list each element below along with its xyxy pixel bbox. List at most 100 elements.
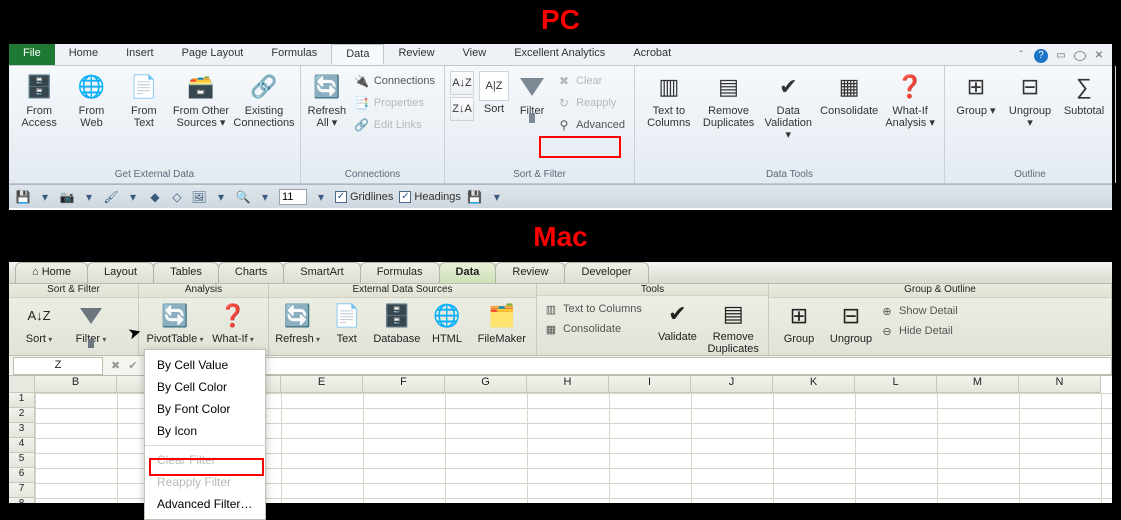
row-header[interactable]: 7	[9, 483, 35, 498]
save-icon[interactable]: 💾	[15, 189, 31, 205]
group-button[interactable]: ⊞Group	[775, 300, 823, 345]
ungroup-button[interactable]: ⊟Ungroup	[827, 300, 875, 345]
row-headers[interactable]: 12345678	[9, 393, 35, 503]
qat-dropdown-icon[interactable]: ▾	[125, 189, 141, 205]
zoom-icon[interactable]: 🔍	[235, 189, 251, 205]
tab-view[interactable]: View	[449, 44, 501, 65]
ribbon-minimize-icon[interactable]: ˇ	[1014, 49, 1028, 63]
qat-dropdown-icon[interactable]: ▾	[37, 189, 53, 205]
picture-icon[interactable]: 🖼	[191, 189, 207, 205]
database-button[interactable]: 🗄️Database	[373, 300, 420, 345]
tab-data[interactable]: Data	[331, 44, 384, 65]
html-button[interactable]: 🌐HTML	[424, 300, 469, 345]
tab-formulas[interactable]: Formulas	[257, 44, 331, 65]
from-text-button[interactable]: 📄From Text	[119, 69, 169, 131]
existing-connections-button[interactable]: 🔗Existing Connections	[233, 69, 295, 131]
show-detail-button[interactable]: ⊕Show Detail	[879, 302, 969, 320]
paint-icon[interactable]: 🖌	[103, 189, 119, 205]
menu-by-cell-value[interactable]: By Cell Value	[145, 354, 265, 376]
row-header[interactable]: 5	[9, 453, 35, 468]
validate-button[interactable]: ✔Validate	[654, 298, 700, 343]
refresh-button[interactable]: 🔄Refresh	[275, 300, 320, 345]
text-import-button[interactable]: 📄Text	[324, 300, 369, 345]
gridlines-checkbox[interactable]: ✓Gridlines	[335, 191, 393, 203]
help-icon[interactable]: ?	[1034, 49, 1048, 63]
pivottable-button[interactable]: 🔄PivotTable	[145, 300, 205, 345]
group-button[interactable]: ⊞Group ▾	[950, 69, 1002, 119]
font-size-input[interactable]	[279, 189, 307, 205]
ungroup-button[interactable]: ⊟Ungroup ▾	[1004, 69, 1056, 131]
filter-button[interactable]: Filter	[67, 300, 115, 345]
row-header[interactable]: 3	[9, 423, 35, 438]
column-header[interactable]: F	[363, 376, 445, 393]
column-header[interactable]: J	[691, 376, 773, 393]
from-web-button[interactable]: 🌐From Web	[66, 69, 116, 131]
tab-home[interactable]: Home	[15, 262, 88, 283]
tab-review[interactable]: Review	[384, 44, 448, 65]
filter-button[interactable]: Filter	[514, 69, 550, 119]
sort-desc-button[interactable]: Z↓A	[450, 97, 474, 121]
hide-detail-button[interactable]: ⊖Hide Detail	[879, 322, 969, 340]
text-to-columns-button[interactable]: ▥Text to Columns	[543, 300, 650, 318]
shapes-icon[interactable]: ◆	[147, 189, 163, 205]
tab-developer[interactable]: Developer	[564, 262, 648, 283]
qat-dropdown-icon[interactable]: ▾	[257, 189, 273, 205]
tab-excellent-analytics[interactable]: Excellent Analytics	[500, 44, 619, 65]
row-header[interactable]: 6	[9, 468, 35, 483]
column-header[interactable]: K	[773, 376, 855, 393]
consolidate-button[interactable]: ▦Consolidate	[819, 69, 879, 119]
tab-file[interactable]: File	[9, 44, 55, 65]
tab-smartart[interactable]: SmartArt	[283, 262, 360, 283]
tab-layout[interactable]: Layout	[87, 262, 154, 283]
tab-formulas[interactable]: Formulas	[360, 262, 440, 283]
camera-icon[interactable]: 📷	[59, 189, 75, 205]
qat-dropdown-icon[interactable]: ▾	[81, 189, 97, 205]
column-header[interactable]: H	[527, 376, 609, 393]
column-header[interactable]: N	[1019, 376, 1101, 393]
tab-charts[interactable]: Charts	[218, 262, 284, 283]
column-header[interactable]: E	[281, 376, 363, 393]
window-restore-icon[interactable]	[1074, 51, 1086, 61]
what-if-button[interactable]: ❓What-If Analysis ▾	[881, 69, 939, 131]
select-all-corner[interactable]	[9, 376, 35, 393]
column-header[interactable]: L	[855, 376, 937, 393]
sort-button[interactable]: A↓ZSort	[15, 300, 63, 345]
headings-checkbox[interactable]: ✓Headings	[399, 191, 460, 203]
menu-by-font-color[interactable]: By Font Color	[145, 398, 265, 420]
eraser-icon[interactable]: ◇	[169, 189, 185, 205]
name-box[interactable]: Z	[13, 357, 103, 375]
sort-button[interactable]: A|ZSort	[476, 69, 512, 117]
save-icon[interactable]: 💾	[467, 189, 483, 205]
column-header[interactable]: B	[35, 376, 117, 393]
row-header[interactable]: 2	[9, 408, 35, 423]
column-header[interactable]: M	[937, 376, 1019, 393]
from-access-button[interactable]: 🗄️From Access	[14, 69, 64, 131]
connections-button[interactable]: 🔌Connections	[350, 71, 439, 91]
text-to-columns-button[interactable]: ▥Text to Columns	[640, 69, 698, 131]
tab-page-layout[interactable]: Page Layout	[168, 44, 258, 65]
window-min-icon[interactable]: ▭	[1054, 49, 1068, 63]
qat-dropdown-icon[interactable]: ▾	[489, 189, 505, 205]
stepper-icon[interactable]: ▾	[313, 189, 329, 205]
tab-insert[interactable]: Insert	[112, 44, 168, 65]
row-header[interactable]: 1	[9, 393, 35, 408]
row-header[interactable]: 4	[9, 438, 35, 453]
advanced-filter-button[interactable]: ⚲Advanced	[552, 115, 629, 135]
menu-advanced-filter[interactable]: Advanced Filter…	[145, 493, 265, 515]
column-header[interactable]: G	[445, 376, 527, 393]
menu-by-icon[interactable]: By Icon	[145, 420, 265, 442]
tab-review[interactable]: Review	[495, 262, 565, 283]
column-header[interactable]: I	[609, 376, 691, 393]
consolidate-button[interactable]: ▦Consolidate	[543, 320, 650, 338]
data-validation-button[interactable]: ✔Data Validation ▾	[759, 69, 817, 143]
cancel-icon[interactable]: ✖	[107, 359, 124, 372]
filemaker-button[interactable]: 🗂️FileMaker	[474, 300, 530, 345]
menu-by-cell-color[interactable]: By Cell Color	[145, 376, 265, 398]
subtotal-button[interactable]: ∑Subtotal	[1058, 69, 1110, 119]
tab-tables[interactable]: Tables	[153, 262, 219, 283]
remove-duplicates-button[interactable]: ▤Remove Duplicates	[700, 69, 758, 131]
tab-data[interactable]: Data	[439, 262, 497, 283]
refresh-all-button[interactable]: 🔄Refresh All ▾	[306, 69, 348, 131]
formula-input[interactable]	[162, 357, 1112, 375]
tab-home[interactable]: Home	[55, 44, 112, 65]
